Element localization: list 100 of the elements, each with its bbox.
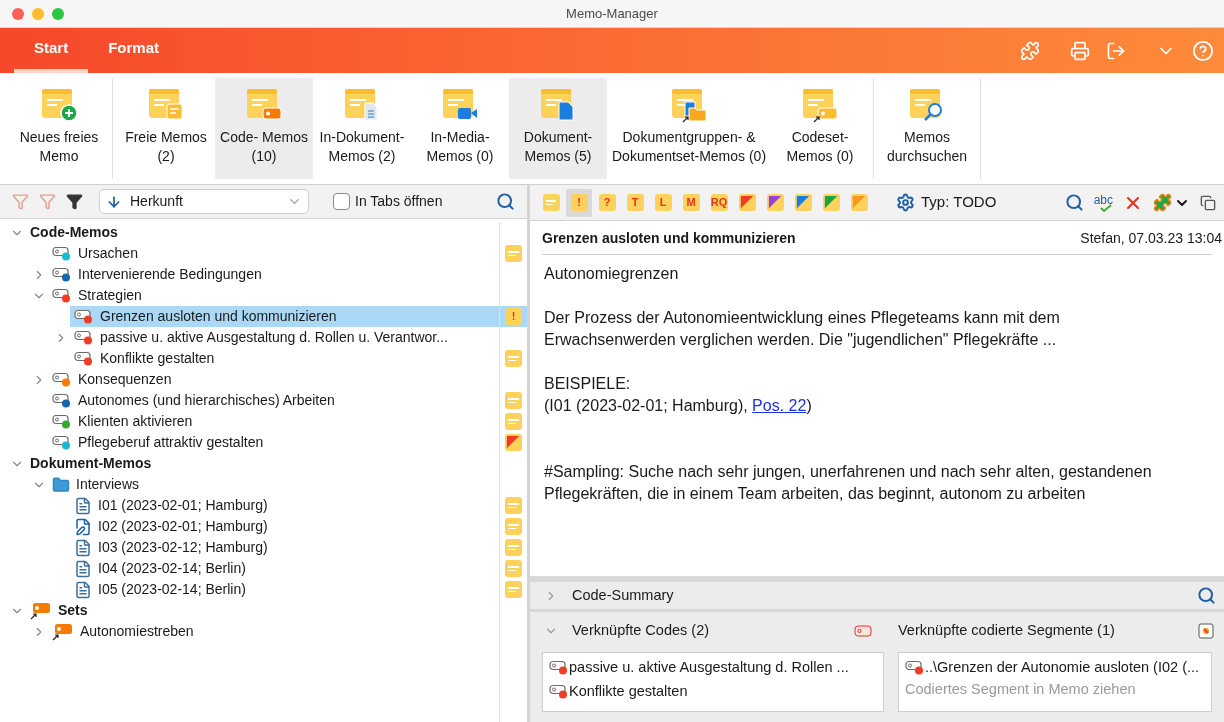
memo-paragraph: Autonomiegrenzen (544, 264, 680, 284)
tree-item[interactable]: Intervenierende Bedingungen (48, 264, 499, 285)
tree-item-label: Grenzen ausloten und kommunizieren (100, 307, 337, 326)
print-icon[interactable] (1070, 40, 1090, 61)
sort-dropdown[interactable]: Herkunft (99, 189, 309, 214)
ribbon-button[interactable]: In-Dokument- Memos (2) (313, 78, 411, 179)
set-icon (52, 622, 74, 641)
tree-item[interactable]: Autonomes (und hierarchisches) Arbeiten (48, 390, 499, 411)
memo-icon (505, 497, 522, 514)
settings-icon[interactable] (896, 193, 915, 212)
checkbox-label: In Tabs öffnen (355, 192, 443, 211)
tree-item[interactable]: Klienten aktivieren (48, 411, 499, 432)
tag-icon[interactable] (854, 625, 872, 637)
linked-code-item[interactable]: passive u. aktive Ausgestaltung d. Rollen ... (549, 657, 877, 678)
search-icon[interactable] (496, 192, 515, 211)
ribbon-button[interactable]: Freie Memos (2) (117, 78, 215, 179)
tree-item[interactable]: I04 (2023-02-14; Berlin) (70, 558, 499, 579)
tree-item[interactable]: passive u. aktive Ausgestaltung d. Rollen u. Verantwor... (70, 327, 499, 348)
tree-item[interactable]: Konflikte gestalten (70, 348, 499, 369)
tree-item[interactable]: Code-Memos (26, 222, 499, 243)
memo-icon (794, 194, 812, 211)
memo-icon (505, 560, 522, 577)
ribbon-button[interactable]: Dokument- Memos (5) (509, 78, 607, 179)
code-icon (74, 309, 94, 324)
filter-icon[interactable] (66, 193, 83, 210)
search-icon[interactable] (1197, 586, 1216, 605)
tree-item-label: Autonomes (und hierarchisches) Arbeiten (78, 391, 335, 410)
tree-item[interactable]: Konsequenzen (48, 369, 499, 390)
memo-icon (505, 539, 522, 556)
memo-icon (542, 194, 560, 211)
memo-icon (505, 581, 522, 598)
window-icon[interactable] (1200, 194, 1216, 211)
ribbon-button[interactable]: Memos durchsuchen (878, 78, 977, 179)
memo-icon (505, 518, 522, 535)
code-icon (52, 372, 72, 387)
tree-item-label: Sets (58, 601, 88, 620)
ribbon-button[interactable]: Codeset- Memos (0) (771, 78, 870, 179)
tree-item[interactable]: I05 (2023-02-14; Berlin) (70, 579, 499, 600)
memo-icon (505, 434, 522, 451)
tree-item[interactable]: Pflegeberuf attraktiv gestalten (48, 432, 499, 453)
linked-code-item[interactable]: Konflikte gestalten (549, 681, 877, 702)
tree-item-label: Konflikte gestalten (100, 349, 215, 368)
memo-icon (670, 86, 708, 124)
linked-segment-item[interactable]: ..\Grenzen der Autonomie ausloten (I02 (... (905, 657, 1205, 678)
segment-icon[interactable] (1198, 623, 1214, 639)
code-icon (52, 393, 72, 408)
memo-icon (505, 350, 522, 367)
search-icon[interactable] (1064, 193, 1084, 212)
code-icon (52, 414, 72, 429)
document-filter-icon[interactable] (12, 193, 29, 210)
memo-icon (539, 86, 577, 124)
spellcheck-button[interactable]: abc (1093, 193, 1113, 212)
memo-icon (505, 245, 522, 262)
ribbon-button[interactable]: Code- Memos (10) (215, 78, 313, 179)
ribbon-button[interactable]: Neues freies Memo (10, 78, 108, 179)
folder-icon (52, 475, 70, 494)
memo-icon (766, 194, 784, 211)
ribbon-button[interactable]: In-Media- Memos (0) (411, 78, 509, 179)
drop-hint: Codiertes Segment in Memo ziehen (905, 680, 1137, 699)
tree-item[interactable]: Grenzen ausloten und kommunizieren (70, 306, 499, 327)
tree-item[interactable]: I02 (2023-02-01; Hamburg) (70, 516, 499, 537)
memo-icon (801, 86, 840, 124)
tree-item-label: Dokument-Memos (30, 454, 152, 473)
code-filter-icon[interactable] (39, 193, 56, 210)
ribbon-tab[interactable]: Start (14, 28, 89, 73)
document-icon (74, 496, 92, 515)
zoom-button[interactable] (52, 7, 64, 20)
tree-item-label: Strategien (78, 286, 142, 305)
tree-item-label: I02 (2023-02-01; Hamburg) (98, 517, 268, 536)
memo-icon (505, 392, 522, 409)
tree-item[interactable]: I01 (2023-02-01; Hamburg) (70, 495, 499, 516)
tree-item-label: Klienten aktivieren (78, 412, 193, 431)
memo-icon (738, 194, 756, 211)
tree-item-label: I01 (2023-02-01; Hamburg) (98, 496, 268, 515)
tree-item[interactable]: Strategien (48, 285, 499, 306)
close-button[interactable] (12, 7, 24, 20)
exit-icon[interactable] (1106, 40, 1126, 61)
memo-title: Grenzen ausloten und kommunizieren (542, 229, 796, 248)
tree-item[interactable]: Sets (26, 600, 499, 621)
code-icon (52, 435, 72, 450)
code-icon (549, 684, 569, 699)
code-summary-bar[interactable]: Code-Summary (530, 576, 1224, 612)
tree-item[interactable]: Dokument-Memos (26, 453, 499, 474)
tree-item-label: Code-Memos (30, 223, 118, 242)
tree-item[interactable]: Ursachen (48, 243, 499, 264)
linked-codes-label: Verknüpfte Codes (2) (572, 621, 711, 641)
code-icon (549, 660, 569, 675)
ribbon-button[interactable]: Dokumentgruppen- & Dokumentset-Memos (0) (607, 78, 772, 179)
help-icon[interactable] (1192, 39, 1214, 62)
checkbox[interactable] (333, 193, 350, 210)
document-icon (74, 559, 92, 578)
document-icon (74, 538, 92, 557)
tree-item[interactable]: Interviews (48, 474, 499, 495)
tree-item[interactable]: I03 (2023-02-12; Hamburg) (70, 537, 499, 558)
checkmark-icon (1099, 203, 1112, 212)
code-icon (52, 267, 72, 282)
code-icon (74, 330, 94, 345)
tree-item[interactable]: Autonomiestreben (48, 621, 499, 642)
memo-icon (505, 413, 522, 430)
position-link[interactable]: Pos. 22 (752, 397, 807, 414)
